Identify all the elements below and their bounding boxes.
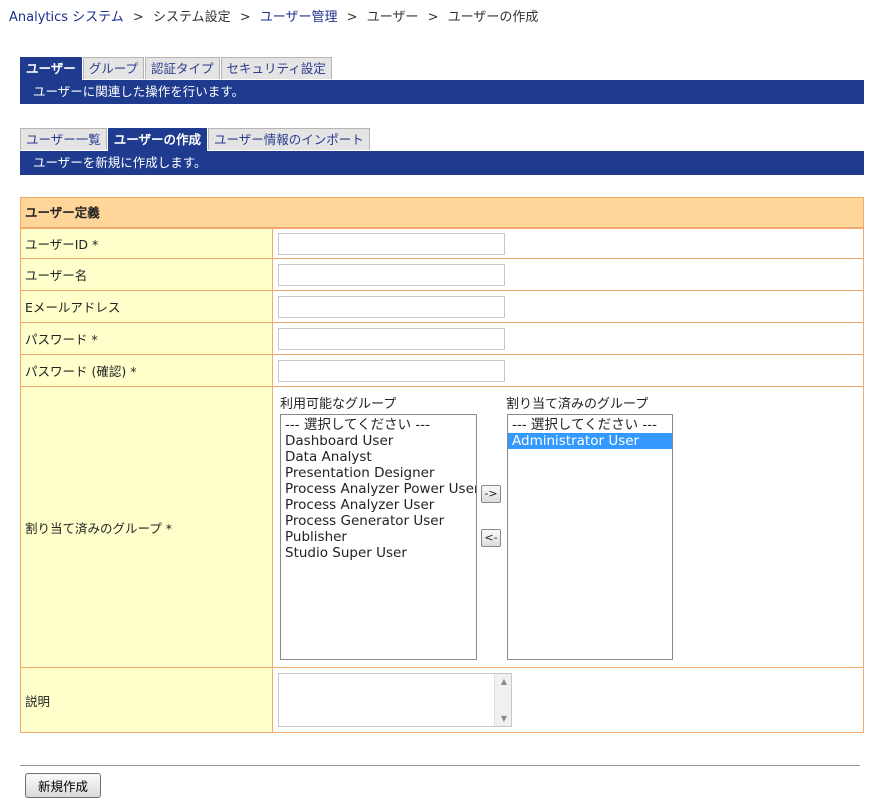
password-confirm-label: パスワード (確認) * (21, 355, 273, 386)
user-id-row: ユーザーID * (21, 228, 863, 259)
tab-security-settings[interactable]: セキュリティ設定 (220, 57, 332, 79)
list-item[interactable]: Data Analyst (281, 449, 476, 465)
description-textarea[interactable]: ▲ ▼ (278, 673, 512, 727)
description-row: 説明 ▲ ▼ (21, 668, 863, 732)
user-name-row: ユーザー名 (21, 259, 863, 291)
add-group-button[interactable]: -> (481, 485, 501, 503)
breadcrumb-root-link[interactable]: Analytics システム (9, 10, 124, 25)
list-item[interactable]: --- 選択してください --- (281, 417, 476, 433)
breadcrumb-separator: > (346, 10, 358, 25)
description-label: 説明 (21, 668, 273, 732)
password-confirm-input[interactable] (278, 359, 505, 382)
email-row: Eメールアドレス (21, 291, 863, 323)
user-name-input[interactable] (278, 263, 505, 286)
user-id-input[interactable] (278, 232, 505, 255)
breadcrumb-item-system-settings: システム設定 (152, 10, 231, 25)
breadcrumb-separator: > (132, 10, 144, 25)
tab-auth-type[interactable]: 認証タイプ (145, 57, 220, 79)
sub-tab-bar: ユーザー一覧 ユーザーの作成 ユーザー情報のインポート (20, 128, 371, 151)
divider (20, 765, 860, 766)
list-item[interactable]: --- 選択してください --- (508, 417, 672, 433)
breadcrumb-item-create-user: ユーザーの作成 (447, 10, 539, 25)
list-item[interactable]: Process Analyzer User (281, 497, 476, 513)
list-item-selected[interactable]: Administrator User (508, 433, 672, 449)
main-tab-description: ユーザーに関連した操作を行います。 (20, 80, 864, 104)
list-item[interactable]: Studio Super User (281, 545, 476, 561)
groups-row: 割り当て済みのグループ * 利用可能なグループ --- 選択してください ---… (21, 387, 863, 668)
list-item[interactable]: Publisher (281, 529, 476, 545)
list-item[interactable]: Dashboard User (281, 433, 476, 449)
password-input[interactable] (278, 327, 505, 350)
groups-label: 割り当て済みのグループ * (21, 387, 273, 667)
tab-users[interactable]: ユーザー (20, 57, 82, 80)
list-item[interactable]: Process Generator User (281, 513, 476, 529)
password-row: パスワード * (21, 323, 863, 355)
remove-group-button[interactable]: <- (481, 529, 501, 547)
available-groups-label: 利用可能なグループ (280, 397, 397, 412)
password-label: パスワード * (21, 323, 273, 354)
email-input[interactable] (278, 295, 505, 318)
form-section-title: ユーザー定義 (21, 198, 863, 228)
list-item[interactable]: Process Analyzer Power User (281, 481, 476, 497)
breadcrumb-item-users: ユーザー (366, 10, 419, 25)
breadcrumb-separator: > (239, 10, 251, 25)
tab-import-users[interactable]: ユーザー情報のインポート (208, 128, 370, 150)
tab-groups[interactable]: グループ (82, 57, 145, 79)
breadcrumb-item-user-management[interactable]: ユーザー管理 (260, 10, 338, 25)
tab-create-user[interactable]: ユーザーの作成 (107, 128, 208, 151)
email-label: Eメールアドレス (21, 291, 273, 322)
scroll-down-icon[interactable]: ▼ (501, 714, 507, 723)
user-definition-form: ユーザー定義 ユーザーID * ユーザー名 Eメールアドレス パスワード * パ… (20, 197, 864, 733)
user-id-label: ユーザーID * (21, 229, 273, 258)
available-groups-list[interactable]: --- 選択してください --- Dashboard User Data Ana… (280, 414, 477, 660)
sub-tab-description: ユーザーを新規に作成します。 (20, 151, 864, 175)
scrollbar[interactable]: ▲ ▼ (494, 674, 511, 726)
list-item[interactable]: Presentation Designer (281, 465, 476, 481)
assigned-groups-label: 割り当て済みのグループ (506, 397, 649, 412)
main-tab-bar: ユーザー グループ 認証タイプ セキュリティ設定 (20, 57, 333, 80)
user-name-label: ユーザー名 (21, 259, 273, 290)
group-assignment: 利用可能なグループ --- 選択してください --- Dashboard Use… (273, 387, 863, 667)
breadcrumb: Analytics システム > システム設定 > ユーザー管理 > ユーザー … (9, 6, 538, 25)
create-button[interactable]: 新規作成 (25, 773, 101, 798)
password-confirm-row: パスワード (確認) * (21, 355, 863, 387)
assigned-groups-list[interactable]: --- 選択してください --- Administrator User (507, 414, 673, 660)
scroll-up-icon[interactable]: ▲ (501, 677, 507, 686)
breadcrumb-separator: > (427, 10, 439, 25)
tab-user-list[interactable]: ユーザー一覧 (20, 128, 107, 150)
